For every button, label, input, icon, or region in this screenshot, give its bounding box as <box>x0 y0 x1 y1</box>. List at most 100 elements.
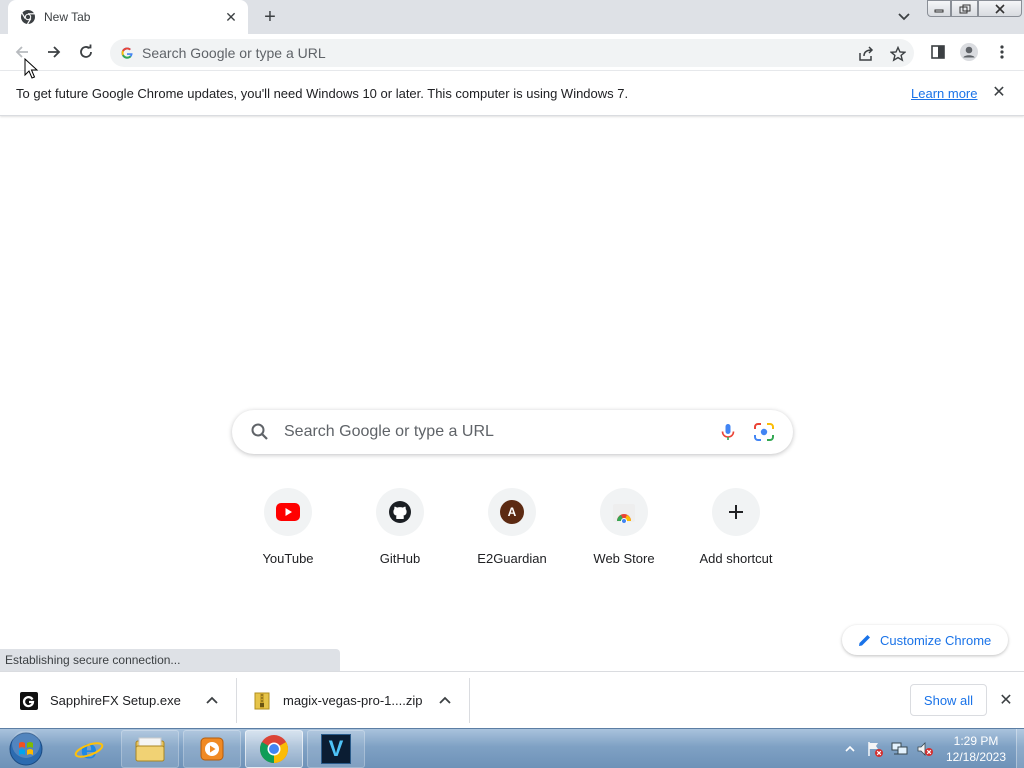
tab-search-chevron-down-icon[interactable] <box>894 8 914 26</box>
tab-new-tab[interactable]: New Tab ✕ <box>8 0 248 34</box>
chevron-up-icon[interactable] <box>437 692 453 708</box>
profile-button[interactable] <box>957 40 981 64</box>
chevron-up-icon[interactable] <box>204 692 220 708</box>
shortcut-tile <box>376 488 424 536</box>
bookmark-star-icon[interactable] <box>888 44 908 64</box>
download-filename: magix-vegas-pro-1....zip <box>283 693 423 708</box>
avatar-letter: A <box>507 505 517 519</box>
forward-button[interactable] <box>42 40 66 64</box>
divider <box>469 678 470 723</box>
infobar-message: To get future Google Chrome updates, you… <box>16 86 629 101</box>
profile-avatar-icon <box>960 43 978 61</box>
tray-overflow-chevron-up-icon[interactable] <box>840 739 860 759</box>
tab-strip: New Tab ✕ + <box>0 0 1024 34</box>
shortcut-tile <box>712 488 760 536</box>
google-g-icon <box>121 47 133 59</box>
shortcut-web-store[interactable]: Web Store <box>568 488 680 578</box>
shortcut-youtube[interactable]: YouTube <box>232 488 344 578</box>
download-item[interactable]: SapphireFX Setup.exe <box>20 672 234 729</box>
reload-button[interactable] <box>74 40 98 64</box>
omnibox-input[interactable] <box>142 45 822 61</box>
ntp-search-input[interactable] <box>284 420 704 444</box>
action-center-flag-icon[interactable] <box>865 739 885 759</box>
shortcut-label: Add shortcut <box>699 551 773 566</box>
omnibox[interactable] <box>110 39 914 67</box>
vegas-icon: V <box>321 734 351 764</box>
learn-more-link[interactable]: Learn more <box>911 86 977 101</box>
add-shortcut-button[interactable]: Add shortcut <box>680 488 792 578</box>
shortcut-label: E2Guardian <box>477 551 547 566</box>
file-explorer-icon <box>135 737 165 762</box>
browser-toolbar <box>0 34 1024 71</box>
close-download-shelf-icon[interactable]: ✕ <box>997 691 1015 709</box>
shortcut-e2guardian[interactable]: A E2Guardian <box>456 488 568 578</box>
divider <box>236 678 237 723</box>
windows-taskbar: e V 1:29 PM 12/18/2023 <box>0 728 1024 768</box>
zip-icon <box>254 692 270 709</box>
customize-chrome-button[interactable]: Customize Chrome <box>842 625 1008 655</box>
shortcut-tile: A <box>488 488 536 536</box>
shortcut-label: GitHub <box>379 551 421 566</box>
chrome-menu-button[interactable] <box>990 40 1014 64</box>
plus-icon <box>729 505 743 519</box>
youtube-icon <box>276 503 300 521</box>
windows-start-orb-icon <box>9 731 43 766</box>
window-close-button[interactable] <box>978 0 1022 17</box>
taskbar-vegas[interactable]: V <box>307 730 365 768</box>
network-icon[interactable] <box>890 739 910 759</box>
taskbar-internet-explorer[interactable]: e <box>60 730 118 768</box>
show-desktop-button[interactable] <box>1016 729 1024 768</box>
pencil-icon <box>859 635 870 646</box>
avatar-letter-icon: A <box>500 500 524 524</box>
windows-unsupported-infobar: To get future Google Chrome updates, you… <box>0 71 1024 116</box>
ntp-shortcuts: YouTube GitHub A E2Guardian Web Store Ad… <box>232 488 792 578</box>
media-player-icon <box>200 737 224 761</box>
start-button[interactable] <box>6 731 46 767</box>
chrome-favicon-icon <box>21 10 35 25</box>
status-bubble: Establishing secure connection... <box>0 649 340 671</box>
infobar-close-icon[interactable]: ✕ <box>990 83 1008 101</box>
download-shelf: SapphireFX Setup.exe magix-vegas-pro-1..… <box>0 671 1024 728</box>
window-controls <box>927 0 1022 18</box>
chrome-icon <box>260 735 288 763</box>
shortcut-tile <box>264 488 312 536</box>
shortcut-label: YouTube <box>262 551 314 566</box>
customize-chrome-label: Customize Chrome <box>880 632 992 648</box>
arrow-right-icon <box>48 46 61 58</box>
tab-title: New Tab <box>44 10 91 24</box>
voice-search-microphone-icon[interactable] <box>718 422 738 442</box>
github-icon <box>389 501 411 523</box>
chrome-web-store-icon <box>613 504 635 523</box>
minimize-button[interactable] <box>927 0 951 17</box>
side-panel-button[interactable] <box>926 40 950 64</box>
internet-explorer-icon: e <box>74 735 104 764</box>
taskbar-file-explorer[interactable] <box>121 730 179 768</box>
shortcut-tile <box>600 488 648 536</box>
taskbar-chrome[interactable] <box>245 730 303 768</box>
restore-button[interactable] <box>951 0 978 17</box>
share-icon[interactable] <box>856 44 876 64</box>
clock-date: 12/18/2023 <box>945 750 1007 764</box>
tab-close-icon[interactable]: ✕ <box>222 8 240 26</box>
download-item[interactable]: magix-vegas-pro-1....zip <box>253 672 467 729</box>
taskbar-clock[interactable]: 1:29 PM 12/18/2023 <box>938 733 1014 765</box>
shortcut-github[interactable]: GitHub <box>344 488 456 578</box>
google-lens-camera-icon[interactable] <box>753 422 775 442</box>
mouse-pointer-icon <box>24 58 38 79</box>
search-icon <box>251 423 268 440</box>
volume-muted-icon[interactable] <box>915 739 935 759</box>
system-tray <box>840 729 940 768</box>
svg-text:e: e <box>81 735 98 764</box>
shortcut-label: Web Store <box>593 551 655 566</box>
vegas-letter: V <box>328 736 344 761</box>
three-dots-vertical-icon <box>1000 45 1004 59</box>
ntp-search-box[interactable] <box>232 410 793 454</box>
installer-icon <box>20 691 38 710</box>
new-tab-button[interactable]: + <box>258 6 282 28</box>
clock-time: 1:29 PM <box>953 734 999 748</box>
taskbar-media-player[interactable] <box>183 730 241 768</box>
download-filename: SapphireFX Setup.exe <box>50 693 181 708</box>
reload-icon <box>80 44 92 58</box>
side-panel-icon <box>931 45 945 59</box>
show-all-downloads-button[interactable]: Show all <box>910 684 987 716</box>
